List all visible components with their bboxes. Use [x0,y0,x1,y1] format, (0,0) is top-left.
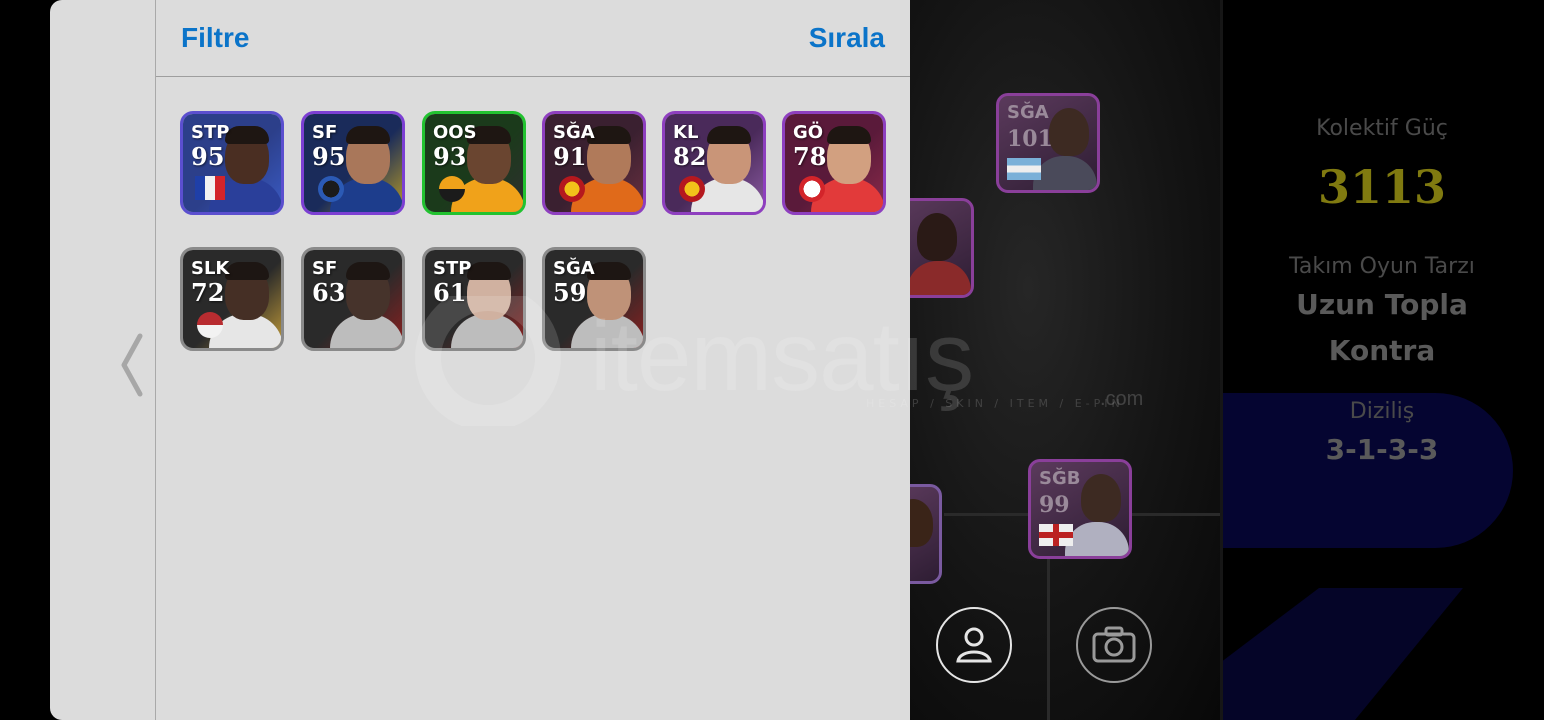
camera-icon [1092,626,1136,663]
galatasaray-crest-icon [559,176,585,202]
player-hair [346,126,390,144]
player-card[interactable]: SF 63 [301,247,405,351]
player-rating: 101 [1007,126,1053,152]
antalyaspor-crest-icon [799,176,825,202]
player-hair [225,126,269,144]
field-player-card[interactable]: SĞA 101 [996,93,1100,193]
player-card[interactable]: GÖ 78 [782,111,886,215]
player-rating: 91 [553,142,587,171]
player-rating: 99 [1039,492,1070,518]
team-power-label: Kolektif Güç [1316,116,1448,141]
player-position: SĞB [1039,468,1081,489]
playstyle-label: Takım Oyun Tarzı [1289,254,1475,279]
player-position: STP [191,122,230,143]
camera-button[interactable] [1076,607,1152,683]
player-position: SĞA [1007,102,1049,123]
player-rating: 95 [312,142,346,171]
player-hair [225,262,269,280]
player-card[interactable]: STP 95 [180,111,284,215]
player-position: GÖ [793,122,824,143]
filter-button[interactable]: Filtre [181,22,249,54]
player-position: SF [312,258,338,279]
inter-crest-icon [318,176,344,202]
player-face [917,213,957,261]
player-rating: 95 [191,142,225,171]
player-position: KL [673,122,699,143]
player-face [1081,474,1121,522]
formation-value[interactable]: 3-1-3-3 [1220,433,1544,466]
playstyle-value-line2: Kontra [1328,334,1436,367]
player-position: SF [312,122,338,143]
player-hair [707,126,751,144]
player-rating: 59 [553,278,587,307]
profile-button[interactable] [936,607,1012,683]
formation-label: Diziliş [1349,399,1415,424]
braga-crest-icon [197,312,223,338]
galatasaray-crest-icon [679,176,705,202]
club-crest-icon [439,176,465,202]
player-rating: 72 [191,278,225,307]
player-face [1049,108,1089,156]
player-card[interactable]: OOS 93 [422,111,526,215]
player-position: SĞA [553,258,595,279]
chevron-left-icon[interactable] [116,330,146,400]
player-hair [827,126,871,144]
team-stats-panel: Kolektif Güç 3113 Takım Oyun Tarzı Uzun … [1220,0,1544,720]
person-icon [956,627,992,663]
player-rating: 82 [673,142,707,171]
sort-button[interactable]: Sırala [809,22,885,54]
argentina-flag-icon [1007,158,1041,180]
panel-sidebar [50,0,156,720]
team-power-value: 3113 [1317,160,1447,214]
france-flag-icon [195,176,225,200]
player-position: STP [433,258,472,279]
player-body [907,261,971,295]
panel-header: Filtre Sırala [156,0,910,77]
player-card[interactable]: SLK 72 [180,247,284,351]
playstyle-value-line1: Uzun Topla [1296,288,1468,321]
player-rating: 78 [793,142,827,171]
england-flag-icon [1039,524,1073,546]
player-hair [346,262,390,280]
player-rating: 63 [312,278,346,307]
decorative-shape [1223,588,1463,720]
player-rating: 93 [433,142,467,171]
player-card[interactable]: STP 61 [422,247,526,351]
formation-field: SĞA 101 SĞB 99 [890,0,1220,720]
player-card[interactable]: SĞA 91 [542,111,646,215]
player-card[interactable]: KL 82 [662,111,766,215]
player-rating: 61 [433,278,467,307]
player-card[interactable]: SF 95 [301,111,405,215]
player-hair [467,262,511,280]
player-position: SLK [191,258,230,279]
player-select-panel: Filtre Sırala STP 95 SF 95 OOS 93 SĞA 91 KL 82 GÖ 7… [50,0,910,720]
player-body [1033,156,1097,190]
player-card[interactable]: SĞA 59 [542,247,646,351]
player-body [1065,522,1129,556]
player-position: SĞA [553,122,595,143]
field-player-card[interactable]: SĞB 99 [1028,459,1132,559]
player-position: OOS [433,122,477,143]
